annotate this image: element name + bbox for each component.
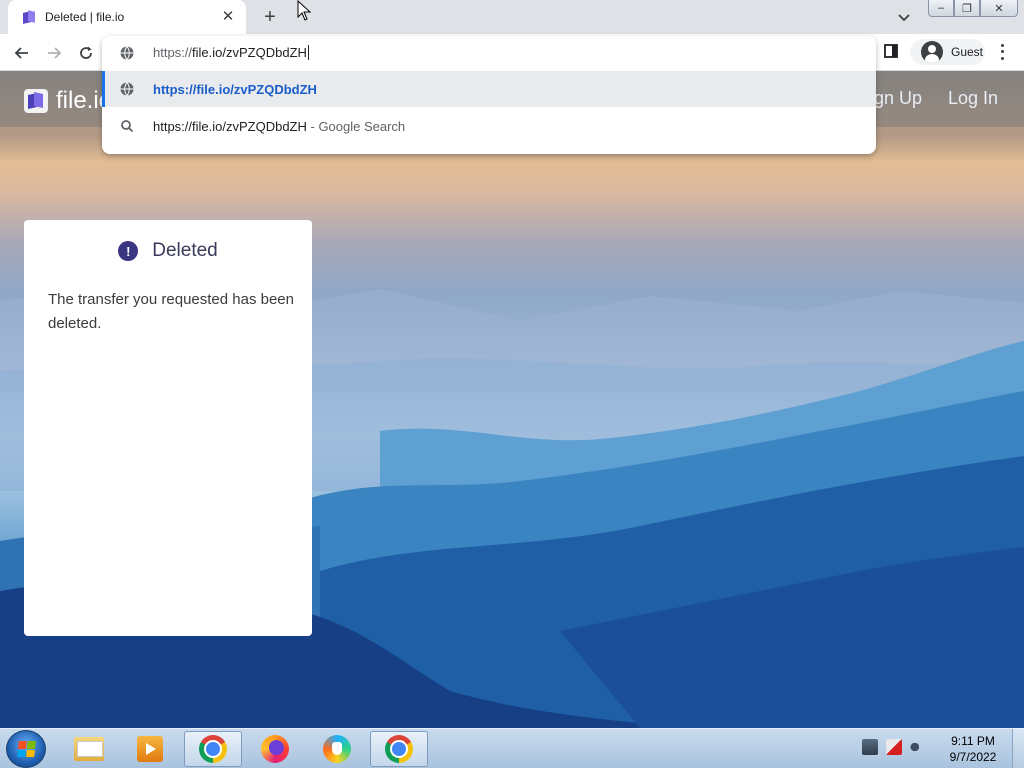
- new-tab-button[interactable]: +: [258, 6, 282, 28]
- log-in-link[interactable]: Log In: [948, 88, 998, 109]
- browser-menu-button[interactable]: [994, 42, 1010, 62]
- back-button[interactable]: [10, 41, 34, 65]
- tab-title: Deleted | file.io: [45, 10, 125, 24]
- firefox-icon: [261, 735, 289, 763]
- card-message: The transfer you requested has been dele…: [48, 291, 294, 332]
- side-panel-icon: [884, 44, 898, 58]
- guest-avatar-icon: [921, 41, 943, 63]
- minimize-button[interactable]: –: [928, 0, 954, 17]
- back-arrow-icon: [14, 47, 28, 59]
- start-button[interactable]: [6, 730, 46, 768]
- media-player-icon: [137, 736, 163, 762]
- file-io-logo[interactable]: file.io: [24, 87, 112, 115]
- taskbar-brave[interactable]: [308, 731, 366, 767]
- flag-quadrant: [17, 749, 26, 757]
- url-host-path: file.io/zvPZQDbdZH: [192, 45, 307, 60]
- volume-icon[interactable]: [910, 739, 926, 755]
- taskbar: 9:11 PM 9/7/2022: [0, 728, 1024, 768]
- menu-dot: [1000, 50, 1004, 54]
- flag-quadrant: [26, 749, 35, 757]
- text-caret: [307, 45, 309, 60]
- suggestion-search[interactable]: https://file.io/zvPZQDbdZH - Google Sear…: [102, 108, 876, 144]
- maximize-button[interactable]: ❐: [954, 0, 980, 17]
- chrome-icon: [385, 735, 413, 763]
- globe-icon: [120, 46, 134, 60]
- show-desktop-button[interactable]: [1012, 729, 1024, 768]
- menu-dot: [1000, 57, 1004, 61]
- tab-search-chevron-icon[interactable]: [895, 8, 913, 26]
- reload-icon: [80, 46, 92, 59]
- tab-strip: Deleted | file.io ✕ + – ❐ ✕: [0, 0, 1024, 34]
- taskbar-chrome-window[interactable]: [370, 731, 428, 767]
- suggestion-search-suffix: - Google Search: [306, 118, 406, 134]
- chrome-icon: [199, 735, 227, 763]
- flag-quadrant: [27, 741, 36, 749]
- file-io-logo-icon: [24, 89, 48, 113]
- url-scheme: https://: [153, 45, 193, 60]
- flag-quadrant: [18, 741, 27, 749]
- card-title: Deleted: [152, 240, 218, 261]
- taskbar-chrome[interactable]: [184, 731, 242, 767]
- globe-icon: [120, 82, 134, 96]
- forward-button[interactable]: [42, 41, 66, 65]
- address-bar-text: https://file.io/zvPZQDbdZH: [153, 45, 309, 60]
- taskbar-media-player[interactable]: [121, 731, 179, 767]
- clock-time: 9:11 PM: [951, 734, 995, 748]
- profile-label: Guest: [951, 45, 984, 59]
- taskbar-explorer[interactable]: [60, 731, 118, 767]
- network-icon[interactable]: [862, 739, 878, 755]
- search-icon: [121, 120, 134, 133]
- taskbar-firefox[interactable]: [246, 731, 304, 767]
- web-page: file.io Sign Up Log In ! Deleted The tra…: [0, 71, 1024, 728]
- file-io-favicon-icon: [22, 10, 36, 24]
- close-window-button[interactable]: ✕: [980, 0, 1018, 17]
- tab-close-icon[interactable]: ✕: [220, 9, 236, 25]
- alert-icon: !: [118, 241, 139, 261]
- forward-arrow-icon: [48, 47, 62, 59]
- suggestion-search-query: https://file.io/zvPZQDbdZH: [153, 118, 307, 134]
- mouse-cursor-icon: [297, 0, 312, 21]
- menu-dot: [1000, 43, 1004, 47]
- side-panel-button[interactable]: [883, 43, 899, 59]
- profile-button[interactable]: Guest: [910, 39, 985, 65]
- browser-tab[interactable]: Deleted | file.io ✕: [8, 0, 246, 34]
- folder-icon: [74, 737, 104, 761]
- system-clock[interactable]: 9:11 PM 9/7/2022: [940, 733, 1006, 765]
- omnibox-dropdown: https://file.io/zvPZQDbdZH https://file.…: [102, 36, 876, 154]
- card-header: ! Deleted: [24, 240, 312, 262]
- reload-button[interactable]: [74, 41, 98, 65]
- address-bar-input[interactable]: https://file.io/zvPZQDbdZH: [102, 36, 876, 70]
- suggestion-search-text: https://file.io/zvPZQDbdZH - Google Sear…: [153, 119, 405, 134]
- suggestion-url-text: https://file.io/zvPZQDbdZH: [153, 81, 317, 97]
- brave-icon: [323, 735, 351, 763]
- action-center-flag-icon[interactable]: [886, 739, 902, 755]
- suggestion-url[interactable]: https://file.io/zvPZQDbdZH: [102, 71, 876, 107]
- windows-logo-icon: [17, 741, 36, 757]
- window-controls: – ❐ ✕: [928, 0, 1018, 18]
- deleted-card: ! Deleted The transfer you requested has…: [24, 220, 312, 636]
- clock-date: 9/7/2022: [949, 750, 997, 764]
- system-tray: [862, 739, 926, 755]
